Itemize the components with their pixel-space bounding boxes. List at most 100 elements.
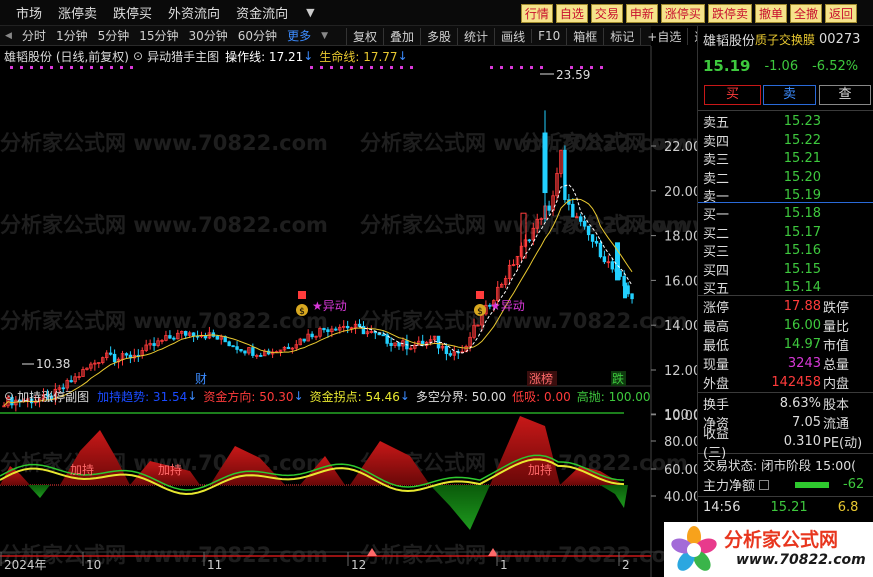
anomaly-label: ★异动 bbox=[312, 299, 347, 313]
tf-5min[interactable]: 5分钟 bbox=[93, 27, 135, 44]
signal-dot bbox=[490, 66, 493, 69]
signal-dot bbox=[30, 66, 33, 69]
menu-dropdown-icon[interactable]: ▼ bbox=[306, 6, 314, 19]
dropdown-box-icon[interactable] bbox=[759, 479, 770, 490]
tool-stats[interactable]: 统计 bbox=[457, 27, 494, 45]
row-label: 换手 bbox=[703, 398, 730, 413]
candle-body bbox=[152, 343, 156, 346]
tf-more[interactable]: 更多 bbox=[282, 27, 316, 44]
sub-tick-label: 100.0 bbox=[664, 408, 697, 423]
main-indicator-name[interactable]: 异动猎手主图 bbox=[147, 48, 219, 65]
sector-badge[interactable]: 质子交换膜 bbox=[755, 31, 815, 48]
dollar-icon: $ bbox=[477, 307, 483, 317]
row-value: 15.21 bbox=[783, 151, 821, 166]
limit-up-buy-button[interactable]: 涨停买 bbox=[660, 4, 705, 23]
candle-body bbox=[310, 333, 314, 338]
row-label: 最高 bbox=[703, 320, 730, 335]
sell-button[interactable]: 卖 bbox=[763, 85, 816, 105]
tool-f10[interactable]: F10 bbox=[531, 29, 566, 43]
signal-dot bbox=[500, 66, 503, 69]
bid-row: 买二 15.17 bbox=[698, 223, 873, 242]
indicator-settings-icon[interactable]: ⊙ bbox=[4, 389, 14, 403]
ask-row: 卖五 15.23 bbox=[698, 112, 873, 131]
menu-foreign-flow[interactable]: 外资流向 bbox=[160, 3, 228, 22]
candle-body bbox=[345, 325, 350, 329]
tf-intraday[interactable]: 分时 bbox=[17, 27, 51, 44]
tick-time: 14:56 bbox=[703, 500, 741, 515]
cancel-order-button[interactable]: 撤单 bbox=[754, 4, 787, 23]
price-change: -1.06 bbox=[764, 58, 799, 74]
main-stock-label: 雄韬股份 (日线,前复权) bbox=[4, 49, 129, 64]
tf-30min[interactable]: 30分钟 bbox=[184, 27, 233, 44]
tick-row: 14:56 15.21 6.8 bbox=[698, 498, 873, 517]
action-buttons: 行情 自选 交易 申新 涨停买 跌停卖 撤单 全撤 返回 bbox=[520, 4, 857, 23]
limit-down-sell-button[interactable]: 跌停卖 bbox=[707, 4, 752, 23]
sub-indicator-header: ⊙ 加持涨停副图 加持趋势: 31.54 ↓ 资金方向: 50.30 ↓ 资金拐… bbox=[4, 388, 651, 404]
trade-button[interactable]: 交易 bbox=[590, 4, 623, 23]
watermark-text: 分析家公式网 www.70822.com bbox=[0, 543, 328, 567]
candle-body bbox=[542, 132, 548, 194]
low-buy-value: 低吸: 0.00 bbox=[512, 389, 571, 404]
scroll-left-icon[interactable]: ◀ bbox=[0, 31, 17, 41]
quote-button[interactable]: 行情 bbox=[520, 4, 553, 23]
candle-body bbox=[235, 346, 239, 350]
dollar-icon: $ bbox=[299, 307, 305, 317]
tool-multi[interactable]: 多股 bbox=[420, 27, 457, 45]
candle-body bbox=[259, 355, 263, 357]
signal-dot bbox=[330, 66, 333, 69]
signal-dot bbox=[590, 66, 593, 69]
tool-overlay[interactable]: 叠加 bbox=[383, 27, 420, 45]
menu-market[interactable]: 市场 bbox=[8, 3, 50, 22]
candle-body bbox=[527, 239, 532, 242]
row-value: 15.15 bbox=[783, 261, 821, 277]
divider bbox=[698, 392, 873, 393]
sub-tick-label: 40.00 bbox=[664, 490, 697, 505]
row-value: 15.14 bbox=[783, 280, 821, 295]
tf-60min[interactable]: 60分钟 bbox=[233, 27, 282, 44]
row-value: 15.16 bbox=[783, 243, 821, 258]
indicator-settings-icon[interactable]: ⊙ bbox=[133, 49, 143, 63]
cancel-all-button[interactable]: 全撤 bbox=[789, 4, 822, 23]
tf-15min[interactable]: 15分钟 bbox=[134, 27, 183, 44]
row-label: 买二 bbox=[703, 226, 730, 242]
menu-limit-down-buy[interactable]: 跌停买 bbox=[105, 3, 160, 22]
capital-area-negative bbox=[28, 485, 50, 498]
candle-body bbox=[191, 332, 196, 337]
signal-dot bbox=[50, 66, 53, 69]
query-button[interactable]: 查 bbox=[819, 85, 871, 105]
buy-button[interactable]: 买 bbox=[704, 85, 761, 105]
signal-dot bbox=[350, 66, 353, 69]
ipo-button[interactable]: 申新 bbox=[625, 4, 658, 23]
candle-body bbox=[183, 330, 188, 336]
signal-dot bbox=[340, 66, 343, 69]
direction-value: 资金方向: 50.30 bbox=[203, 389, 294, 404]
tool-box[interactable]: 箱框 bbox=[566, 27, 603, 45]
sub-indicator-name[interactable]: 加持涨停副图 bbox=[17, 388, 89, 405]
tf-1min[interactable]: 1分钟 bbox=[51, 27, 93, 44]
menu-limit-up-sell[interactable]: 涨停卖 bbox=[50, 3, 105, 22]
signal-dot bbox=[40, 66, 43, 69]
tool-add-watch[interactable]: +自选 bbox=[640, 27, 687, 45]
tool-mark[interactable]: 标记 bbox=[603, 27, 640, 45]
watchlist-button[interactable]: 自选 bbox=[555, 4, 588, 23]
signal-dot bbox=[360, 66, 363, 69]
candles-layer bbox=[2, 110, 634, 412]
bid-row: 买五 15.14 bbox=[698, 278, 873, 297]
signal-dot bbox=[60, 66, 63, 69]
tick-volume: 6.8 bbox=[837, 500, 859, 515]
row-label: 买一 bbox=[703, 208, 730, 223]
signal-dot bbox=[510, 66, 513, 69]
more-dropdown-icon[interactable]: ▼ bbox=[316, 31, 333, 41]
signal-dot bbox=[380, 66, 383, 69]
net-main-label: 主力净额 bbox=[703, 479, 756, 494]
candle-body bbox=[563, 149, 567, 200]
back-button[interactable]: 返回 bbox=[824, 4, 857, 23]
tool-draw[interactable]: 画线 bbox=[494, 27, 531, 45]
main-indicator-header: 雄韬股份 (日线,前复权) ⊙ 异动猎手主图 操作线: 17.21 ↓ 生命线:… bbox=[4, 48, 408, 64]
menu-capital-flow[interactable]: 资金流向 bbox=[228, 3, 296, 22]
tool-adjust[interactable]: 复权 bbox=[346, 27, 383, 45]
kline-chart[interactable]: 分析家公式网 www.70822.com 分析家公式网 www.70822.com… bbox=[0, 46, 697, 577]
signal-dot bbox=[400, 66, 403, 69]
trade-buttons: 买 卖 查 bbox=[698, 84, 873, 106]
capital-area-negative bbox=[430, 485, 490, 530]
